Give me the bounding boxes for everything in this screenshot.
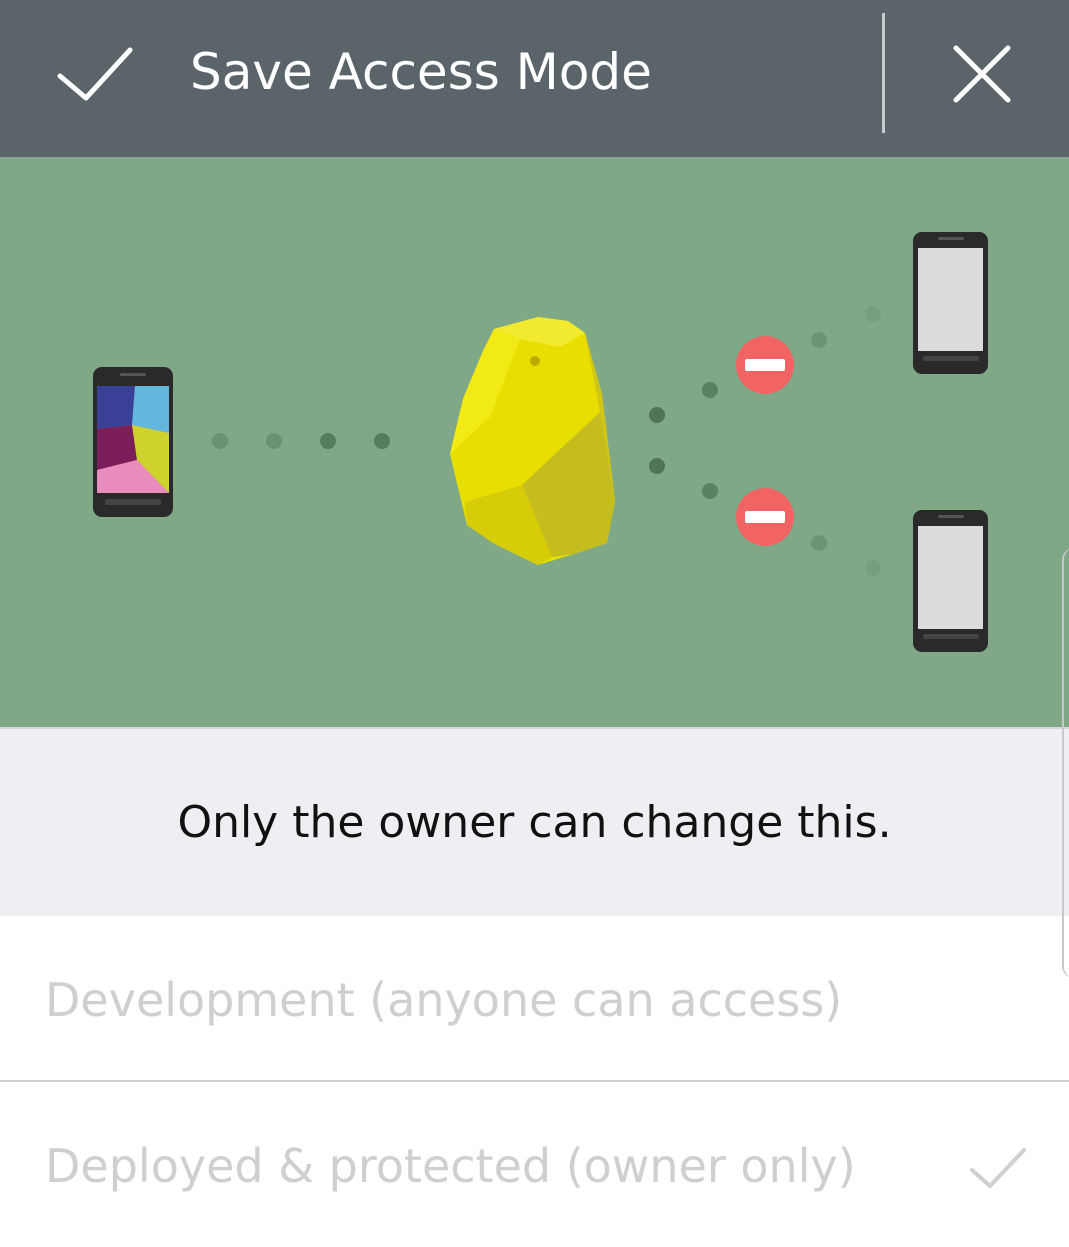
scrollbar[interactable] [1062,548,1069,978]
option-deployed-label: Deployed & protected (owner only) [45,1139,856,1193]
confirm-check-icon[interactable] [52,40,136,106]
selected-check-icon [968,1144,1028,1192]
no-entry-icon [736,488,794,546]
blocked-phone-icon [913,232,988,374]
connection-dots [212,433,282,449]
owner-note-text: Only the owner can change this. [177,797,892,848]
access-mode-illustration [0,157,1069,727]
blocked-phone-icon [913,510,988,652]
owner-phone-icon [93,367,173,517]
option-development-label: Development (anyone can access) [45,973,843,1027]
toolbar: Save Access Mode [0,0,1069,157]
toolbar-title: Save Access Mode [190,43,652,101]
no-entry-icon [736,336,794,394]
option-development[interactable]: Development (anyone can access) [0,916,1069,1081]
beacon-icon [450,317,615,565]
option-deployed-protected[interactable]: Deployed & protected (owner only) [0,1082,1069,1247]
owner-note-banner: Only the owner can change this. [0,727,1069,916]
toolbar-divider [882,13,885,133]
close-icon[interactable] [950,42,1014,106]
